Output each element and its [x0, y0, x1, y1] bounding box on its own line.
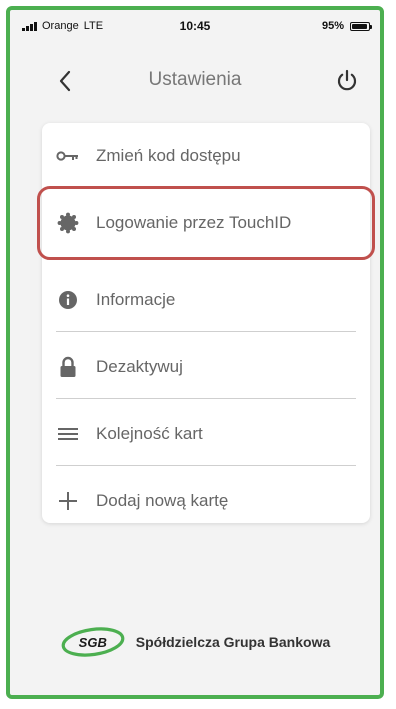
lock-icon	[56, 355, 80, 379]
settings-card: Zmień kod dostępu Logowanie przez TouchI…	[37, 123, 375, 523]
status-left: Orange LTE	[22, 20, 103, 32]
setting-deactivate[interactable]: Dezaktywuj	[56, 337, 356, 397]
setting-touchid-login[interactable]: Logowanie przez TouchID	[56, 193, 356, 253]
setting-card-order[interactable]: Kolejność kart	[56, 404, 356, 464]
sgb-logo-text: SGB	[78, 634, 107, 650]
status-right: 95%	[321, 20, 372, 32]
divider	[56, 398, 356, 399]
divider	[56, 465, 356, 466]
sgb-logo: SGB	[60, 626, 126, 658]
battery-icon	[350, 21, 372, 31]
page-title: Ustawienia	[148, 69, 242, 90]
battery-percent: 95%	[321, 20, 344, 32]
key-icon	[56, 144, 80, 168]
signal-icon	[22, 21, 37, 31]
setting-label: Dodaj nową kartę	[96, 491, 229, 510]
phone-frame: Orange LTE 10:45 95% Ustawienia Zmień ko…	[6, 6, 384, 699]
status-bar: Orange LTE 10:45 95%	[10, 10, 380, 42]
footer-logo: SGB Spółdzielcza Grupa Bankowa	[10, 622, 380, 662]
setting-change-passcode[interactable]: Zmień kod dostępu	[56, 126, 356, 186]
setting-add-card[interactable]: Dodaj nową kartę	[56, 471, 356, 531]
network-label: LTE	[83, 20, 104, 32]
back-button[interactable]	[50, 66, 80, 96]
menu-icon	[56, 422, 80, 446]
setting-label: Dezaktywuj	[96, 357, 183, 376]
bank-name: Spółdzielcza Grupa Bankowa	[135, 634, 331, 650]
carrier-label: Orange	[42, 20, 79, 32]
divider	[56, 331, 356, 332]
setting-label: Zmień kod dostępu	[96, 146, 241, 165]
logout-button[interactable]	[332, 66, 362, 96]
setting-label: Kolejność kart	[96, 424, 203, 443]
nav-bar: Ustawienia	[10, 55, 380, 105]
power-icon	[337, 69, 357, 91]
battery-fill	[352, 23, 368, 29]
plus-icon	[56, 489, 80, 513]
setting-label: Logowanie przez TouchID	[96, 213, 292, 232]
setting-information[interactable]: Informacje	[56, 270, 356, 330]
fingerprint-icon	[56, 211, 80, 235]
chevron-left-icon	[59, 70, 71, 92]
setting-label: Informacje	[96, 290, 176, 309]
info-icon	[56, 288, 80, 312]
